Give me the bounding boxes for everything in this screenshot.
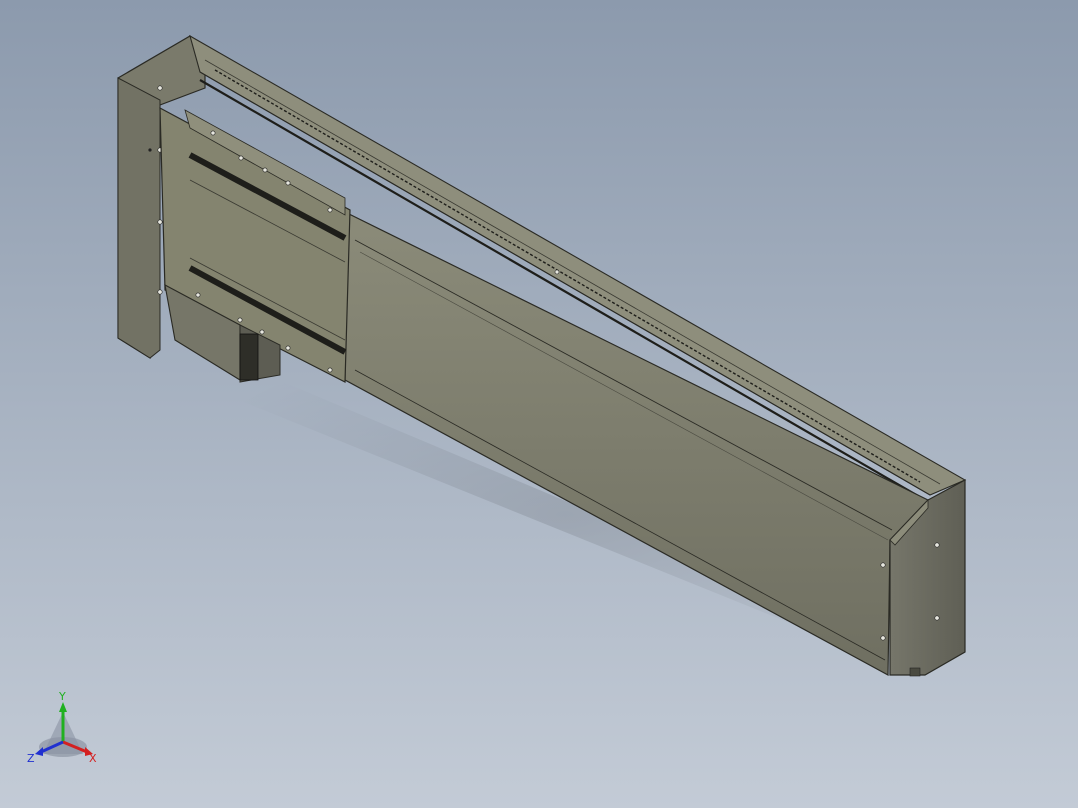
y-axis-arrow bbox=[59, 702, 67, 712]
bolt-hole bbox=[285, 345, 291, 351]
bolt-hole bbox=[327, 207, 333, 213]
z-axis-label: Z bbox=[27, 752, 35, 765]
bolt-hole bbox=[934, 615, 940, 621]
bolt-hole bbox=[880, 562, 886, 568]
bolt-hole bbox=[238, 155, 244, 161]
graphics-viewport[interactable]: Y X Z bbox=[0, 0, 1078, 808]
bolt-hole bbox=[262, 167, 268, 173]
bolt-hole bbox=[934, 542, 940, 548]
bolt-hole bbox=[157, 85, 163, 91]
linear-actuator-model[interactable] bbox=[0, 0, 1078, 808]
bolt-hole bbox=[880, 635, 886, 641]
bolt-hole bbox=[554, 269, 560, 275]
bolt-hole bbox=[327, 367, 333, 373]
bolt-hole bbox=[148, 148, 152, 152]
z-axis-arrow bbox=[35, 747, 43, 756]
coordinate-triad: Y X Z bbox=[27, 692, 97, 765]
bolt-hole bbox=[157, 219, 163, 225]
bolt-hole bbox=[157, 289, 163, 295]
y-axis-label: Y bbox=[58, 692, 66, 703]
bolt-hole bbox=[285, 180, 291, 186]
bolt-hole bbox=[237, 317, 243, 323]
bolt-hole bbox=[195, 292, 201, 298]
x-axis-label: X bbox=[89, 752, 97, 765]
bolt-hole bbox=[210, 130, 216, 136]
bolt-hole bbox=[259, 329, 265, 335]
